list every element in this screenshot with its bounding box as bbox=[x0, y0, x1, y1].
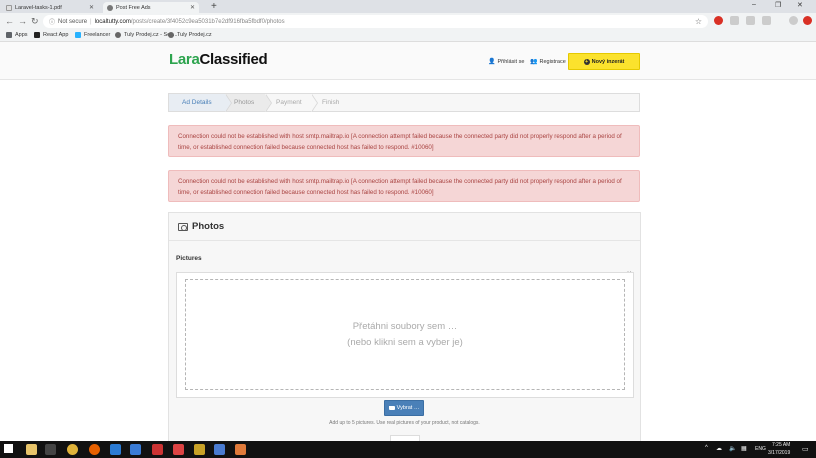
site-logo[interactable]: LaraClassified bbox=[169, 51, 268, 68]
clock-date[interactable]: 3/17/2019 bbox=[768, 450, 790, 456]
chrome-icon[interactable] bbox=[67, 444, 78, 455]
tab-pdf[interactable]: Laravel-tasks-1.pdf ✕ bbox=[2, 2, 98, 13]
globe-icon bbox=[168, 32, 174, 38]
forward-button[interactable]: → bbox=[18, 16, 27, 26]
react-app-icon bbox=[34, 32, 40, 38]
tray-chevron-icon[interactable]: ^ bbox=[705, 445, 708, 451]
plus-circle-icon: + bbox=[583, 58, 590, 65]
extension-icon[interactable] bbox=[730, 16, 739, 25]
freelancer-icon bbox=[75, 32, 81, 38]
restore-button[interactable]: ❐ bbox=[775, 1, 781, 9]
error-alert: Connection could not be established with… bbox=[168, 170, 640, 202]
extension-icon[interactable] bbox=[746, 16, 755, 25]
apps-grid-icon bbox=[6, 32, 12, 38]
post-ad-button[interactable]: + Nový inzerát bbox=[568, 53, 640, 70]
tab-strip: Laravel-tasks-1.pdf ✕ Post Free Ads ✕ + … bbox=[0, 0, 816, 13]
network-icon[interactable]: ▦ bbox=[741, 445, 747, 452]
security-status: Not secure bbox=[58, 18, 88, 25]
dropzone-container: Přetáhni soubory sem … (nebo klikni sem … bbox=[176, 272, 634, 398]
menu-update-icon[interactable] bbox=[803, 16, 812, 25]
tab-title: Laravel-tasks-1.pdf bbox=[15, 4, 62, 11]
profile-avatar-icon[interactable] bbox=[789, 16, 798, 25]
close-tab-icon[interactable]: ✕ bbox=[190, 4, 195, 11]
vscode-icon[interactable] bbox=[110, 444, 121, 455]
dropzone-subtext: (nebo klikni sem a vyber je) bbox=[347, 336, 463, 348]
close-window-button[interactable]: ✕ bbox=[797, 1, 803, 9]
tab-post-free-ads[interactable]: Post Free Ads ✕ bbox=[103, 2, 199, 13]
bookmark-freelancer[interactable]: Freelancer bbox=[75, 32, 110, 38]
folder-icon bbox=[388, 406, 395, 410]
bookmark-react-app[interactable]: React App bbox=[34, 32, 68, 38]
info-icon[interactable]: ⓘ bbox=[49, 17, 55, 26]
extension-adblock-icon[interactable] bbox=[714, 16, 723, 25]
error-alert: Connection could not be established with… bbox=[168, 125, 640, 157]
browser-toolbar: ← → ↻ ⓘ Not secure | localtutty.com /pos… bbox=[0, 13, 816, 30]
taskbar-app-icon[interactable] bbox=[214, 444, 225, 455]
cloud-icon[interactable]: ☁ bbox=[716, 445, 722, 452]
taskbar-app-icon[interactable] bbox=[173, 444, 184, 455]
photos-hint: Add up to 5 pictures. Use real pictures … bbox=[329, 420, 480, 426]
windows-taskbar: ^ ☁ 🔈 ▦ ENG 7:25 AM 3/17/2019 ▭ bbox=[0, 441, 816, 458]
tab-title: Post Free Ads bbox=[116, 4, 151, 11]
dropzone-text: Přetáhni soubory sem … bbox=[352, 320, 458, 332]
taskbar-app-icon[interactable] bbox=[130, 444, 141, 455]
camera-icon bbox=[178, 222, 188, 231]
extension-icon[interactable] bbox=[762, 16, 771, 25]
notifications-icon[interactable]: ▭ bbox=[802, 445, 809, 453]
wizard-steps: Ad Details Photos Payment Finish bbox=[168, 93, 640, 112]
photos-title: Photos bbox=[192, 221, 225, 232]
photos-panel-header: Photos bbox=[169, 213, 640, 241]
step-ad-details[interactable]: Ad Details bbox=[169, 94, 232, 112]
taskbar-app-icon[interactable] bbox=[152, 444, 163, 455]
url-host: localtutty.com bbox=[94, 18, 131, 25]
pdf-file-icon bbox=[6, 4, 12, 11]
user-icon: 👤 bbox=[488, 59, 496, 65]
minimize-button[interactable]: – bbox=[752, 1, 756, 8]
site-favicon-icon bbox=[107, 4, 113, 11]
language-indicator[interactable]: ENG bbox=[755, 446, 766, 452]
windows-start-icon[interactable] bbox=[4, 444, 13, 453]
bookmark-tuly[interactable]: Tuly Prodej.cz bbox=[168, 32, 212, 38]
site-header: LaraClassified 👤 Přihlásit se 👥 Registra… bbox=[0, 42, 816, 80]
volume-icon[interactable]: 🔈 bbox=[729, 445, 736, 452]
user-add-icon: 👥 bbox=[530, 59, 538, 65]
bookmark-apps[interactable]: Apps bbox=[6, 32, 28, 38]
new-tab-button[interactable]: + bbox=[211, 1, 217, 12]
register-link[interactable]: 👥 Registrace bbox=[530, 58, 566, 66]
bookmark-star-icon[interactable]: ☆ bbox=[695, 17, 702, 26]
login-link[interactable]: 👤 Přihlásit se bbox=[488, 58, 524, 66]
bookmarks-bar: Apps React App Freelancer Tuly Prodej.cz… bbox=[0, 30, 816, 42]
close-tab-icon[interactable]: ✕ bbox=[89, 4, 94, 11]
file-explorer-icon[interactable] bbox=[26, 444, 37, 455]
reload-button[interactable]: ↻ bbox=[31, 16, 39, 27]
browse-files-button[interactable]: Vybrat … bbox=[384, 400, 424, 416]
back-button[interactable]: ← bbox=[5, 16, 14, 26]
file-dropzone[interactable]: Přetáhni soubory sem … (nebo klikni sem … bbox=[185, 279, 625, 390]
address-bar[interactable]: ⓘ Not secure | localtutty.com /posts/cre… bbox=[43, 15, 708, 28]
url-path: /posts/create/3f4052c9ea5031b7e2df916fba… bbox=[130, 18, 285, 25]
taskbar-app-icon[interactable] bbox=[194, 444, 205, 455]
photos-panel: Photos Pictures × Přetáhni soubory sem …… bbox=[168, 212, 641, 458]
clock-time[interactable]: 7:25 AM bbox=[772, 442, 790, 448]
taskbar-app-icon[interactable] bbox=[45, 444, 56, 455]
firefox-icon[interactable] bbox=[89, 444, 100, 455]
taskbar-app-icon[interactable] bbox=[235, 444, 246, 455]
globe-icon bbox=[115, 32, 121, 38]
pictures-label: Pictures bbox=[176, 255, 202, 262]
